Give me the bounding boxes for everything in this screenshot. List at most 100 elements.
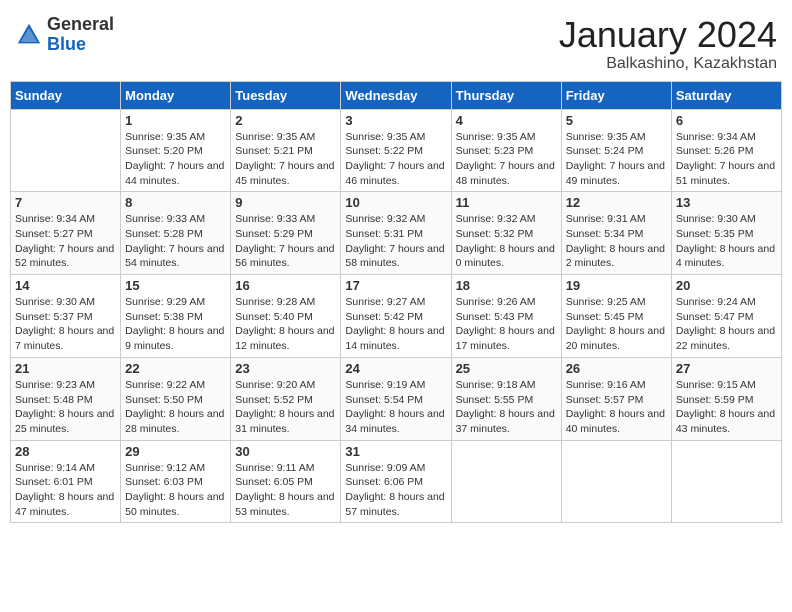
day-number: 28 bbox=[15, 444, 116, 459]
day-number: 19 bbox=[566, 278, 667, 293]
day-number: 10 bbox=[345, 195, 446, 210]
day-number: 31 bbox=[345, 444, 446, 459]
month-title: January 2024 bbox=[559, 15, 777, 55]
calendar-cell: 21Sunrise: 9:23 AMSunset: 5:48 PMDayligh… bbox=[11, 357, 121, 440]
day-info: Sunrise: 9:34 AMSunset: 5:26 PMDaylight:… bbox=[676, 130, 777, 189]
day-info: Sunrise: 9:20 AMSunset: 5:52 PMDaylight:… bbox=[235, 378, 336, 437]
calendar-cell: 12Sunrise: 9:31 AMSunset: 5:34 PMDayligh… bbox=[561, 192, 671, 275]
day-number: 3 bbox=[345, 113, 446, 128]
day-number: 29 bbox=[125, 444, 226, 459]
calendar-cell bbox=[11, 109, 121, 192]
calendar-header-row: SundayMondayTuesdayWednesdayThursdayFrid… bbox=[11, 81, 782, 109]
logo: General Blue bbox=[15, 15, 114, 55]
day-number: 12 bbox=[566, 195, 667, 210]
day-number: 24 bbox=[345, 361, 446, 376]
day-info: Sunrise: 9:14 AMSunset: 6:01 PMDaylight:… bbox=[15, 461, 116, 520]
day-number: 20 bbox=[676, 278, 777, 293]
calendar-cell: 28 Sunrise: 9:14 AMSunset: 6:01 PMDayligh… bbox=[11, 440, 121, 523]
day-number: 13 bbox=[676, 195, 777, 210]
calendar-cell: 4Sunrise: 9:35 AMSunset: 5:23 PMDaylight… bbox=[451, 109, 561, 192]
day-number: 8 bbox=[125, 195, 226, 210]
day-info: Sunrise: 9:33 AMSunset: 5:29 PMDaylight:… bbox=[235, 212, 336, 271]
day-info: Sunrise: 9:18 AMSunset: 5:55 PMDaylight:… bbox=[456, 378, 557, 437]
calendar-cell: 10 Sunrise: 9:32 AMSunset: 5:31 PMDayligh… bbox=[341, 192, 451, 275]
day-info: Sunrise: 9:35 AMSunset: 5:24 PMDaylight:… bbox=[566, 130, 667, 189]
calendar-cell: 5 Sunrise: 9:35 AMSunset: 5:24 PMDaylight… bbox=[561, 109, 671, 192]
calendar-cell bbox=[451, 440, 561, 523]
calendar-cell: 22Sunrise: 9:22 AMSunset: 5:50 PMDayligh… bbox=[121, 357, 231, 440]
day-info: Sunrise: 9:35 AMSunset: 5:22 PMDaylight:… bbox=[345, 130, 446, 189]
calendar-cell: 27 Sunrise: 9:15 AMSunset: 5:59 PMDayligh… bbox=[671, 357, 781, 440]
day-number: 17 bbox=[345, 278, 446, 293]
calendar-cell: 30Sunrise: 9:11 AMSunset: 6:05 PMDayligh… bbox=[231, 440, 341, 523]
title-block: January 2024 Balkashino, Kazakhstan bbox=[559, 15, 777, 73]
day-number: 1 bbox=[125, 113, 226, 128]
day-info: Sunrise: 9:09 AMSunset: 6:06 PMDaylight:… bbox=[345, 461, 446, 520]
calendar-cell: 3 Sunrise: 9:35 AMSunset: 5:22 PMDaylight… bbox=[341, 109, 451, 192]
calendar-cell: 6 Sunrise: 9:34 AMSunset: 5:26 PMDaylight… bbox=[671, 109, 781, 192]
day-info: Sunrise: 9:32 AMSunset: 5:32 PMDaylight:… bbox=[456, 212, 557, 271]
calendar-cell bbox=[671, 440, 781, 523]
day-number: 18 bbox=[456, 278, 557, 293]
calendar-cell: 23 Sunrise: 9:20 AMSunset: 5:52 PMDayligh… bbox=[231, 357, 341, 440]
day-info: Sunrise: 9:26 AMSunset: 5:43 PMDaylight:… bbox=[456, 295, 557, 354]
day-number: 9 bbox=[235, 195, 336, 210]
day-number: 6 bbox=[676, 113, 777, 128]
day-info: Sunrise: 9:22 AMSunset: 5:50 PMDaylight:… bbox=[125, 378, 226, 437]
column-header-thursday: Thursday bbox=[451, 81, 561, 109]
calendar-cell: 31 Sunrise: 9:09 AMSunset: 6:06 PMDayligh… bbox=[341, 440, 451, 523]
calendar-week-row: 7Sunrise: 9:34 AMSunset: 5:27 PMDaylight… bbox=[11, 192, 782, 275]
calendar-cell: 1 Sunrise: 9:35 AMSunset: 5:20 PMDaylight… bbox=[121, 109, 231, 192]
day-info: Sunrise: 9:33 AMSunset: 5:28 PMDaylight:… bbox=[125, 212, 226, 271]
day-number: 27 bbox=[676, 361, 777, 376]
calendar-week-row: 28 Sunrise: 9:14 AMSunset: 6:01 PMDayligh… bbox=[11, 440, 782, 523]
column-header-saturday: Saturday bbox=[671, 81, 781, 109]
day-info: Sunrise: 9:30 AMSunset: 5:35 PMDaylight:… bbox=[676, 212, 777, 271]
logo-text: General Blue bbox=[47, 15, 114, 55]
day-number: 14 bbox=[15, 278, 116, 293]
calendar-week-row: 14 Sunrise: 9:30 AMSunset: 5:37 PMDayligh… bbox=[11, 275, 782, 358]
day-number: 25 bbox=[456, 361, 557, 376]
page-header: General Blue January 2024 Balkashino, Ka… bbox=[10, 10, 782, 73]
day-info: Sunrise: 9:35 AMSunset: 5:20 PMDaylight:… bbox=[125, 130, 226, 189]
logo-icon bbox=[15, 21, 43, 49]
calendar-cell: 2 Sunrise: 9:35 AMSunset: 5:21 PMDaylight… bbox=[231, 109, 341, 192]
day-info: Sunrise: 9:35 AMSunset: 5:23 PMDaylight:… bbox=[456, 130, 557, 189]
column-header-sunday: Sunday bbox=[11, 81, 121, 109]
day-info: Sunrise: 9:34 AMSunset: 5:27 PMDaylight:… bbox=[15, 212, 116, 271]
location-subtitle: Balkashino, Kazakhstan bbox=[559, 55, 777, 73]
day-number: 5 bbox=[566, 113, 667, 128]
column-header-monday: Monday bbox=[121, 81, 231, 109]
calendar-week-row: 21Sunrise: 9:23 AMSunset: 5:48 PMDayligh… bbox=[11, 357, 782, 440]
day-number: 11 bbox=[456, 195, 557, 210]
day-number: 23 bbox=[235, 361, 336, 376]
day-info: Sunrise: 9:25 AMSunset: 5:45 PMDaylight:… bbox=[566, 295, 667, 354]
calendar-cell: 9 Sunrise: 9:33 AMSunset: 5:29 PMDaylight… bbox=[231, 192, 341, 275]
day-info: Sunrise: 9:24 AMSunset: 5:47 PMDaylight:… bbox=[676, 295, 777, 354]
calendar-cell: 25 Sunrise: 9:18 AMSunset: 5:55 PMDayligh… bbox=[451, 357, 561, 440]
day-info: Sunrise: 9:35 AMSunset: 5:21 PMDaylight:… bbox=[235, 130, 336, 189]
day-info: Sunrise: 9:27 AMSunset: 5:42 PMDaylight:… bbox=[345, 295, 446, 354]
calendar-cell: 14 Sunrise: 9:30 AMSunset: 5:37 PMDayligh… bbox=[11, 275, 121, 358]
calendar-cell: 8 Sunrise: 9:33 AMSunset: 5:28 PMDaylight… bbox=[121, 192, 231, 275]
column-header-friday: Friday bbox=[561, 81, 671, 109]
calendar-week-row: 1 Sunrise: 9:35 AMSunset: 5:20 PMDaylight… bbox=[11, 109, 782, 192]
day-info: Sunrise: 9:12 AMSunset: 6:03 PMDaylight:… bbox=[125, 461, 226, 520]
calendar-cell: 11 Sunrise: 9:32 AMSunset: 5:32 PMDayligh… bbox=[451, 192, 561, 275]
day-number: 26 bbox=[566, 361, 667, 376]
day-info: Sunrise: 9:30 AMSunset: 5:37 PMDaylight:… bbox=[15, 295, 116, 354]
day-number: 2 bbox=[235, 113, 336, 128]
day-number: 21 bbox=[15, 361, 116, 376]
day-info: Sunrise: 9:29 AMSunset: 5:38 PMDaylight:… bbox=[125, 295, 226, 354]
day-info: Sunrise: 9:16 AMSunset: 5:57 PMDaylight:… bbox=[566, 378, 667, 437]
calendar-cell: 17 Sunrise: 9:27 AMSunset: 5:42 PMDayligh… bbox=[341, 275, 451, 358]
calendar-cell: 26 Sunrise: 9:16 AMSunset: 5:57 PMDayligh… bbox=[561, 357, 671, 440]
calendar-cell: 20 Sunrise: 9:24 AMSunset: 5:47 PMDayligh… bbox=[671, 275, 781, 358]
calendar-cell: 16Sunrise: 9:28 AMSunset: 5:40 PMDayligh… bbox=[231, 275, 341, 358]
day-info: Sunrise: 9:32 AMSunset: 5:31 PMDaylight:… bbox=[345, 212, 446, 271]
calendar-cell: 19 Sunrise: 9:25 AMSunset: 5:45 PMDayligh… bbox=[561, 275, 671, 358]
day-info: Sunrise: 9:15 AMSunset: 5:59 PMDaylight:… bbox=[676, 378, 777, 437]
calendar-cell: 15Sunrise: 9:29 AMSunset: 5:38 PMDayligh… bbox=[121, 275, 231, 358]
calendar-cell: 13 Sunrise: 9:30 AMSunset: 5:35 PMDayligh… bbox=[671, 192, 781, 275]
calendar-cell bbox=[561, 440, 671, 523]
